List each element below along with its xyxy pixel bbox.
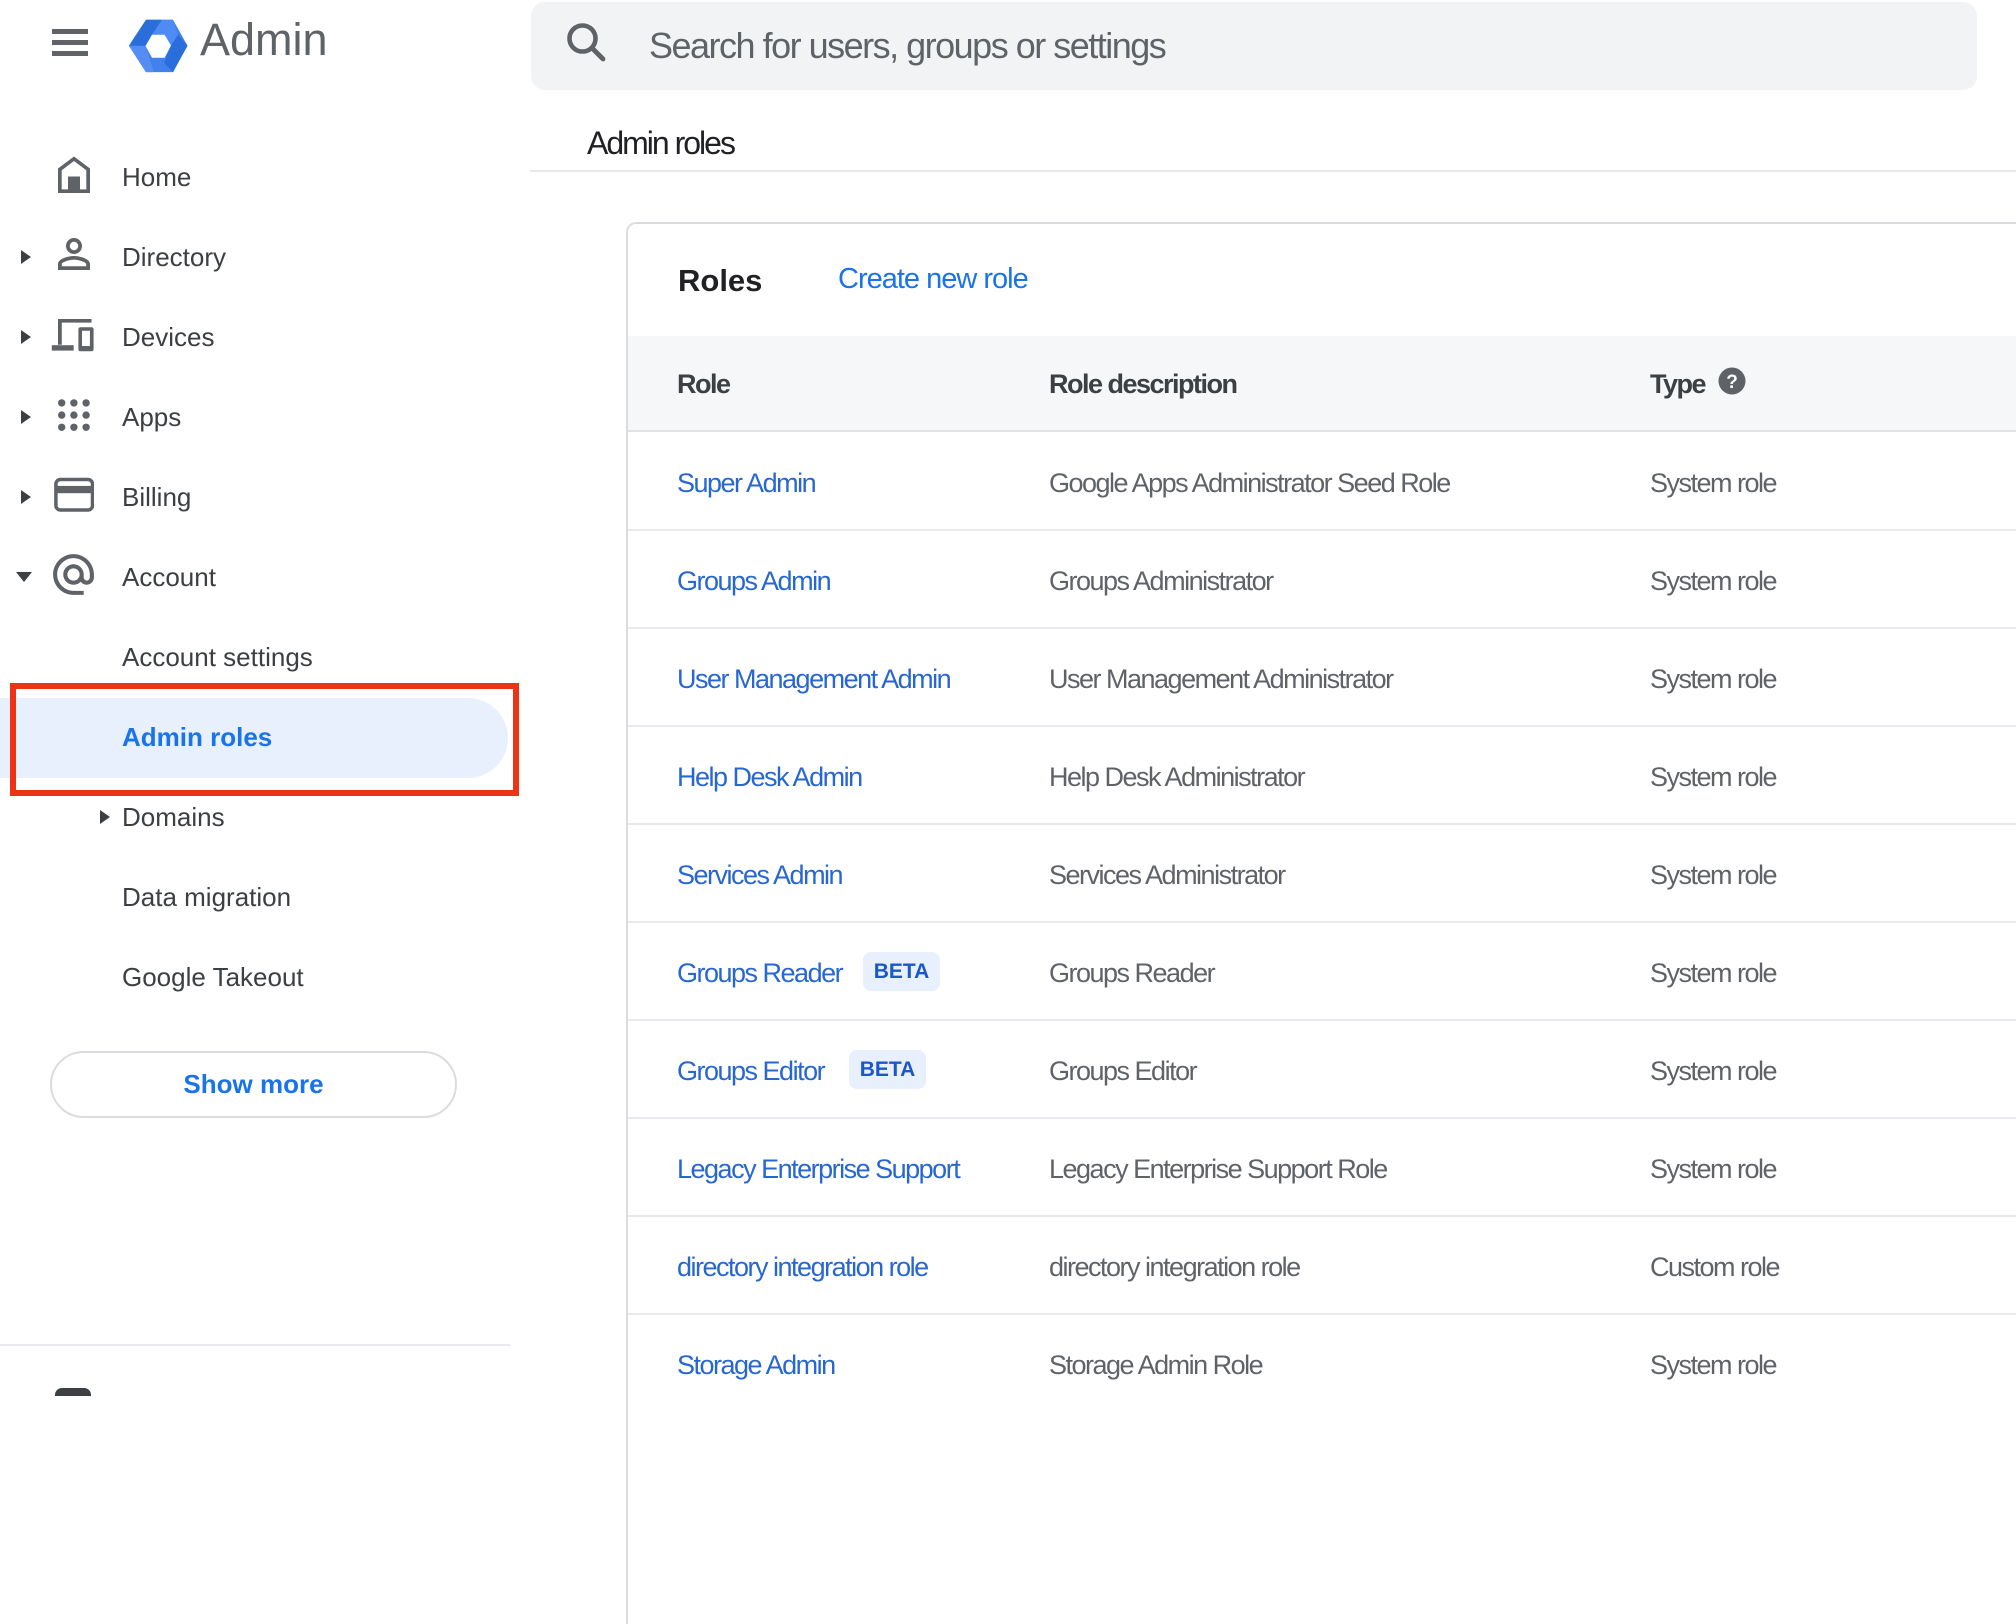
svg-text:?: ? <box>1726 372 1738 393</box>
